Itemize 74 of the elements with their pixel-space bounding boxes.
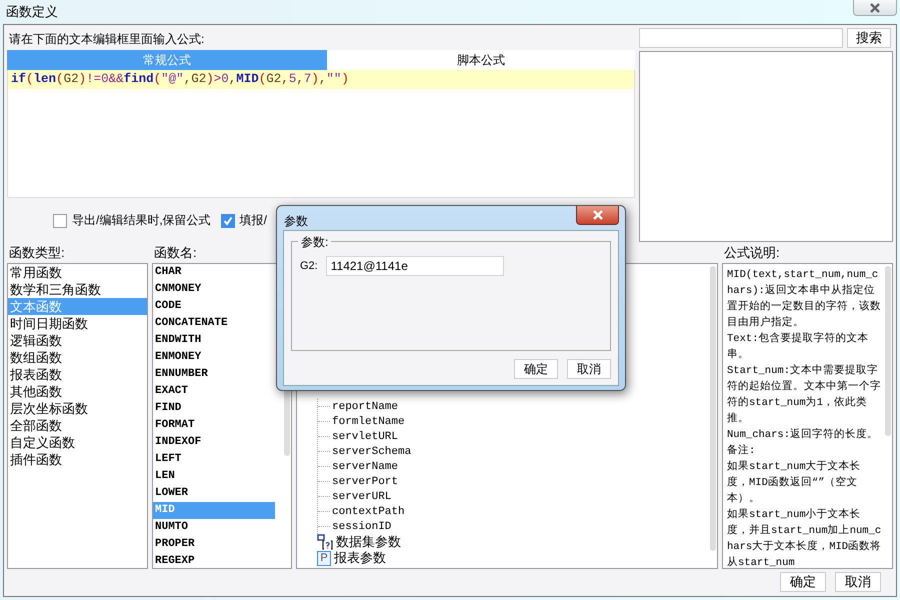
close-icon [868,2,882,12]
tree-item[interactable]: 数据集参数 [336,533,401,551]
ok-button[interactable]: 确定 [514,359,558,379]
checkbox[interactable] [53,214,67,228]
tree-item[interactable]: serverURL [332,490,392,502]
function-name-item[interactable]: CODE [153,298,275,315]
function-type-label: 函数类型: [8,244,66,262]
function-name-item[interactable]: NUMTO [153,519,275,536]
cancel-button[interactable]: 取消 [835,572,881,592]
tree-item[interactable]: servletURL [332,430,398,442]
scrollbar[interactable] [885,266,891,436]
function-name-item[interactable]: CNMONEY [153,281,275,298]
description-paragraph: Text:包含要提取字符的文本串。 [727,331,870,363]
function-name-item[interactable]: CONCATENATE [153,315,275,332]
tree-item[interactable]: 报表参数 [334,549,386,567]
function-name-item[interactable]: INDEXOF [153,434,275,451]
function-name-item[interactable]: CHAR [153,264,275,281]
formula-editor[interactable]: if(len(G2)!=0&&find("@",G2)>0,MID(G2,5,7),"") [7,70,635,198]
function-name-item[interactable]: FORMAT [153,417,275,434]
ok-button[interactable]: 确定 [780,572,826,592]
function-type-item[interactable]: 全部函数 [8,417,147,434]
close-icon [590,210,604,220]
checkbox-label: 填报/ [240,212,268,229]
description-paragraph: MID(text,start_num,num_chars):返回文本串中从指定位置开始的一定数目的字符，该数目由用户指定。 [727,268,882,331]
function-type-item[interactable]: 报表函数 [8,366,147,383]
tree-item[interactable]: contextPath [332,506,405,518]
cancel-button[interactable]: 取消 [567,359,611,379]
function-type-item[interactable]: 数组函数 [8,349,147,366]
description-paragraph: 如果start_num大于文本长度，MID函数返回“”（空文本）。 [727,459,862,507]
tree-item[interactable]: serverName [332,460,398,472]
field-label: G2: [300,260,318,272]
window-title: 函数定义 [5,3,58,21]
checkbox[interactable] [220,214,235,228]
function-name-label: 函数名: [153,244,198,262]
function-name-item[interactable]: FIND [153,400,275,417]
function-type-item[interactable]: 常用函数 [8,264,147,281]
tree-item[interactable]: sessionID [332,520,392,532]
search-button[interactable]: 搜索 [847,28,891,48]
function-name-item[interactable]: LEFT [153,451,275,468]
function-name-item[interactable]: ENDWITH [153,332,275,349]
close-button[interactable] [853,0,897,16]
tree-item[interactable]: serverPort [332,476,398,488]
function-name-item[interactable]: LOWER [153,485,275,502]
close-button[interactable] [576,206,619,225]
function-type-item[interactable]: 逻辑函数 [8,332,147,349]
function-type-item[interactable]: 数学和三角函数 [8,281,147,298]
description-paragraph: Start_num:文本中需要提取字符的起始位置。文本中第一个字符的start_num为1，依此类推。 [727,363,882,427]
function-name-item[interactable]: EXACT [153,383,275,400]
scrollbar[interactable] [710,266,716,551]
function-name-item[interactable]: LEN [153,468,275,485]
function-type-item[interactable]: 自定义函数 [8,434,147,451]
function-name-item[interactable]: ENMONEY [153,349,275,366]
function-type-item[interactable]: 其他函数 [8,383,147,400]
dataset-icon [317,534,333,550]
function-name-item[interactable]: REGEXP [153,553,275,568]
function-type-item[interactable]: 插件函数 [8,451,147,468]
tree-item[interactable]: reportName [332,400,398,412]
description-label: 公式说明: [723,244,781,262]
search-field[interactable] [639,28,843,48]
description-paragraph: 备注: [727,443,756,459]
function-type-item[interactable]: 层次坐标函数 [8,400,147,417]
parameter-field[interactable]: 11421@1141e [326,256,504,276]
function-type-item[interactable]: 时间日期函数 [8,315,147,332]
function-name-item[interactable]: ENNUMBER [153,366,275,383]
editor-prompt: 请在下面的文本编辑框里面输入公式: [8,31,206,48]
parameter-icon: P [317,550,331,566]
function-name-item[interactable]: PROPER [153,536,275,553]
dialog-title: 参数 [283,213,308,230]
tree-item[interactable]: serverSchema [332,446,412,458]
tree-item[interactable]: formletName [332,416,405,428]
checkbox-label: 导出/编辑结果时,保留公式 [72,212,211,229]
description-paragraph: Num_chars:返回字符的长度。 [727,427,880,443]
description-paragraph: 如果start_num小于文本长度，并且start_num加上num_chars大于文本长度，MID函数将从start_num [727,507,882,568]
group-label: 参数: [298,234,332,251]
